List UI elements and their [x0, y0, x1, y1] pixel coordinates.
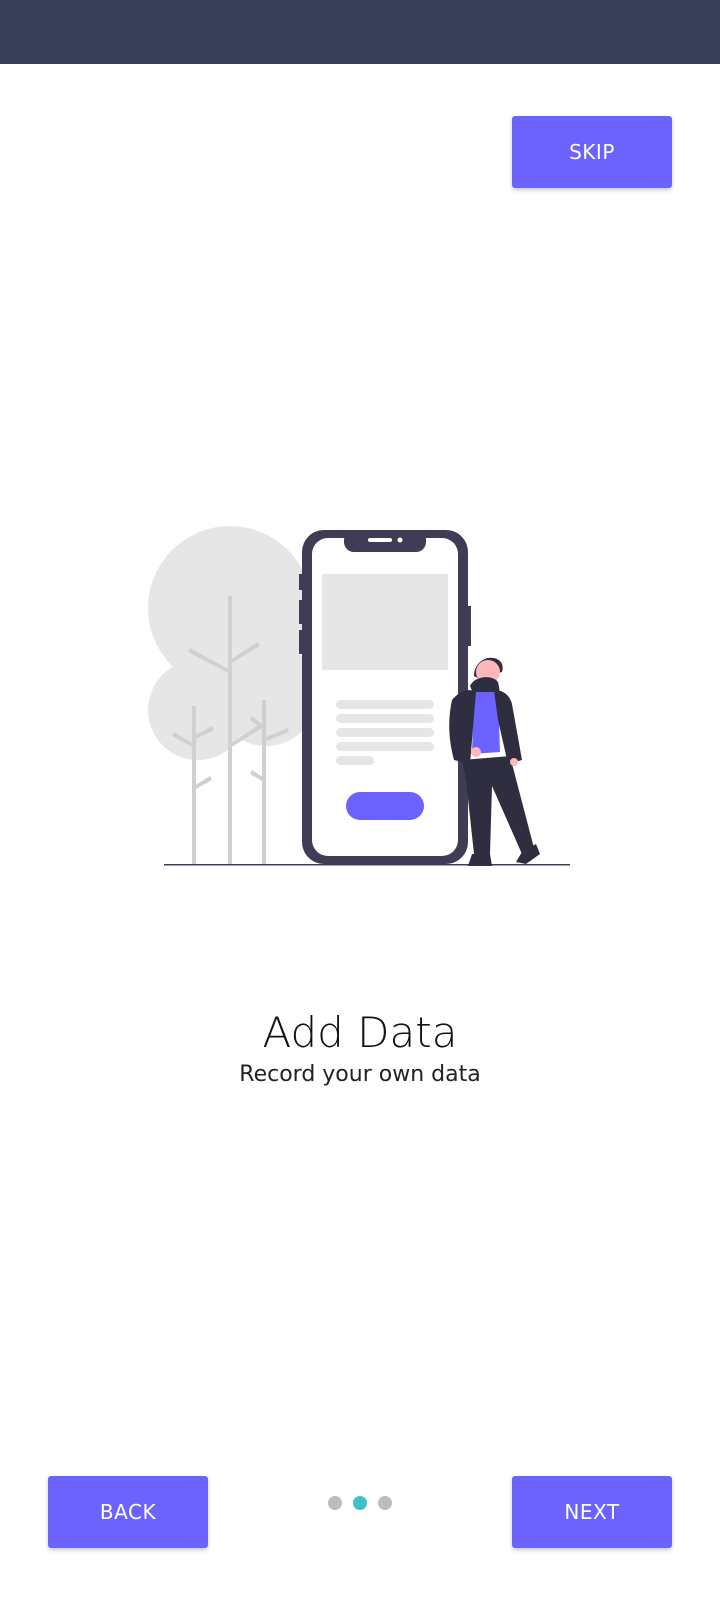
page-dot[interactable] [353, 1496, 367, 1510]
page-indicator [328, 1495, 392, 1511]
back-button[interactable]: BACK [48, 1476, 208, 1548]
page-dot[interactable] [378, 1496, 392, 1510]
skip-button[interactable]: SKIP [512, 116, 672, 188]
page-dot[interactable] [328, 1496, 342, 1510]
next-button[interactable]: NEXT [512, 1476, 672, 1548]
person-with-phone-illustration [148, 524, 572, 868]
page-subtitle: Record your own data [239, 1062, 481, 1087]
status-bar [0, 0, 720, 64]
page-title: Add Data [262, 1008, 458, 1057]
